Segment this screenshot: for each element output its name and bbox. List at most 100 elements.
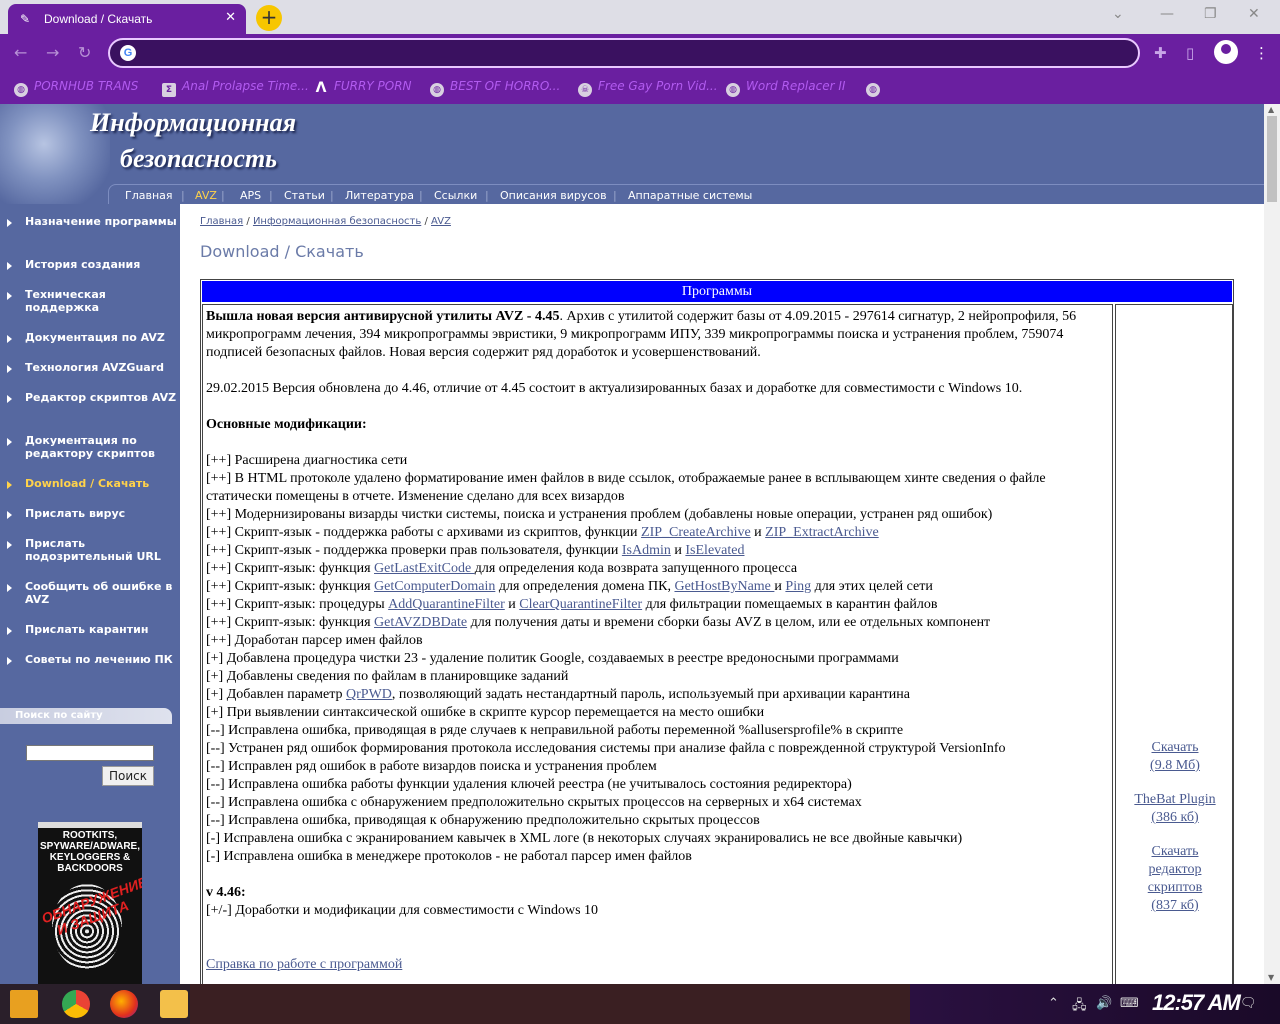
- folder-icon[interactable]: [160, 990, 188, 1018]
- modification-line: [++] Скрипт-язык: функция GetComputerDom…: [206, 579, 933, 594]
- shield-favicon-icon: ✎: [20, 12, 31, 26]
- tray-chevron-icon[interactable]: ⌃: [1048, 996, 1059, 1011]
- minimize-icon[interactable]: —: [1160, 6, 1174, 22]
- new-tab-button[interactable]: +: [256, 5, 282, 31]
- close-window-icon[interactable]: ✕: [1248, 6, 1260, 22]
- function-doc-link[interactable]: IsElevated: [685, 543, 744, 558]
- sidebar-item-avzguard[interactable]: Технология AVZGuard: [0, 361, 180, 374]
- function-doc-link[interactable]: QrPWD: [346, 687, 392, 702]
- sidebar-item-tips[interactable]: Советы по лечению ПК: [0, 653, 180, 666]
- forward-icon[interactable]: →: [46, 43, 59, 62]
- keyboard-icon[interactable]: ⌨: [1120, 996, 1139, 1011]
- notifications-icon[interactable]: 🗨: [1240, 996, 1257, 1011]
- menu-item-literature[interactable]: Литература: [345, 189, 414, 202]
- menu-item-hardware[interactable]: Аппаратные системы: [628, 189, 752, 202]
- help-link[interactable]: Справка по работе с программой: [206, 957, 402, 972]
- address-bar[interactable]: G: [108, 38, 1140, 68]
- site-search-input[interactable]: [26, 745, 154, 761]
- menu-item-home[interactable]: Главная: [125, 189, 173, 202]
- top-menu: Главная | AVZ | APS | Статьи | Литератур…: [108, 184, 1264, 204]
- function-doc-link[interactable]: AddQuarantineFilter: [388, 597, 505, 612]
- network-icon[interactable]: 🖧: [1072, 996, 1087, 1018]
- modification-line: [+] Добавлен параметр QrPWD, позволяющий…: [206, 687, 910, 702]
- menu-item-aps[interactable]: APS: [240, 189, 261, 202]
- function-doc-link[interactable]: GetHostByName: [674, 579, 774, 594]
- download-thebat-plugin-link[interactable]: TheBat Plugin (386 кб): [1116, 791, 1234, 827]
- sidebar-item-history[interactable]: История создания: [0, 258, 180, 271]
- sidebar-item-send-url[interactable]: Прислать подозрительный URL: [0, 537, 180, 563]
- start-icon[interactable]: [10, 990, 38, 1018]
- sidebar-item-editor-docs[interactable]: Документация по редактору скриптов: [0, 434, 180, 460]
- function-doc-link[interactable]: ZIP_ExtractArchive: [765, 525, 879, 540]
- bookmark-label: Free Gay Porn Vid...: [598, 79, 718, 93]
- bookmark-item[interactable]: ☠ Free Gay Porn Vid...: [578, 79, 718, 97]
- profile-avatar[interactable]: [1214, 40, 1238, 64]
- menu-item-articles[interactable]: Статьи: [284, 189, 325, 202]
- breadcrumb-avz[interactable]: AVZ: [431, 216, 451, 227]
- address-input[interactable]: [146, 43, 1106, 63]
- sidebar-item-download[interactable]: Download / Скачать: [0, 477, 180, 490]
- modification-line: [--] Исправлен ряд ошибок в работе визар…: [206, 759, 657, 774]
- scroll-down-icon[interactable]: ▼: [1268, 973, 1274, 982]
- side-panel-icon[interactable]: ▯: [1186, 44, 1194, 62]
- close-tab-icon[interactable]: ✕: [225, 10, 236, 25]
- download-script-editor-link[interactable]: Скачать редактор скриптов (837 кб): [1116, 843, 1234, 915]
- bracket-icon: Σ: [162, 83, 176, 97]
- menu-item-avz[interactable]: AVZ: [195, 189, 217, 202]
- book-cover-image[interactable]: ROOTKITS, SPYWARE/ADWARE, KEYLOGGERS & B…: [38, 822, 142, 984]
- lambda-icon: Λ: [315, 80, 327, 96]
- taskbar: ⌃ 🖧 🔊 ⌨ 12:57 AM 🗨: [0, 984, 1280, 1024]
- sidebar-item-docs[interactable]: Документация по AVZ: [0, 331, 180, 344]
- firefox-icon[interactable]: [110, 990, 138, 1018]
- function-doc-link[interactable]: GetComputerDomain: [374, 579, 495, 594]
- menu-kebab-icon[interactable]: ⋮: [1254, 44, 1269, 62]
- modification-line: [-] Исправлена ошибка с экранированием к…: [206, 831, 963, 846]
- breadcrumb-infosec[interactable]: Информационная безопасность: [253, 216, 421, 227]
- back-icon[interactable]: ←: [14, 43, 27, 62]
- tab-title: Download / Скачать: [44, 12, 153, 26]
- v446-line: [+/-] Доработки и модификации для совмес…: [206, 903, 599, 918]
- sidebar-item-send-virus[interactable]: Прислать вирус: [0, 507, 180, 520]
- function-doc-link[interactable]: GetLastExitCode: [374, 561, 475, 576]
- sidebar-item-script-editor[interactable]: Редактор скриптов AVZ: [0, 391, 180, 404]
- bookmark-item[interactable]: Σ Anal Prolapse Time...: [162, 79, 309, 97]
- sidebar-item-send-quarantine[interactable]: Прислать карантин: [0, 623, 180, 636]
- extensions-icon[interactable]: ✚: [1154, 44, 1167, 62]
- menu-item-virus-descriptions[interactable]: Описания вирусов: [500, 189, 607, 202]
- site-search-label: Поиск по сайту: [0, 708, 172, 724]
- menu-item-links[interactable]: Ссылки: [434, 189, 477, 202]
- table-header: Программы: [202, 281, 1232, 302]
- volume-icon[interactable]: 🔊: [1096, 996, 1112, 1011]
- bookmark-item[interactable]: ◍ PORNHUB TRANS: [14, 79, 138, 97]
- sidebar-item-report-bug[interactable]: Сообщить об ошибке в AVZ: [0, 580, 180, 606]
- modification-line: [--] Устранен ряд ошибок формирования пр…: [206, 741, 1006, 756]
- bookmark-item[interactable]: ◍ Word Replacer II: [726, 79, 845, 97]
- bookmark-label: FURRY PORN: [334, 79, 412, 93]
- bookmark-item[interactable]: ◍ BEST OF HORRO...: [430, 79, 560, 97]
- function-doc-link[interactable]: ClearQuarantineFilter: [519, 597, 642, 612]
- web-page: Информационная безопасность Главная | AV…: [0, 104, 1264, 984]
- download-avz-link[interactable]: Скачать (9.8 Мб): [1116, 739, 1234, 775]
- sidebar-item-purpose[interactable]: Назначение программы: [0, 215, 180, 228]
- function-doc-link[interactable]: IsAdmin: [622, 543, 671, 558]
- function-doc-link[interactable]: ZIP_CreateArchive: [641, 525, 751, 540]
- page-scrollbar[interactable]: ▲ ▼: [1264, 104, 1280, 984]
- bookmark-item[interactable]: ◍: [866, 79, 886, 97]
- function-doc-link[interactable]: Ping: [785, 579, 811, 594]
- reload-icon[interactable]: ↻: [78, 43, 91, 62]
- chrome-icon[interactable]: [62, 990, 90, 1018]
- active-tab[interactable]: ✎ Download / Скачать ✕: [8, 4, 246, 34]
- scroll-thumb[interactable]: [1267, 116, 1277, 202]
- scroll-up-icon[interactable]: ▲: [1268, 105, 1274, 114]
- function-doc-link[interactable]: GetAVZDBDate: [374, 615, 467, 630]
- bookmark-item[interactable]: Λ FURRY PORN: [314, 79, 412, 95]
- tab-search-icon[interactable]: ⌄: [1112, 6, 1124, 22]
- breadcrumb-home[interactable]: Главная: [200, 216, 243, 227]
- modification-line: [--] Исправлена ошибка, приводящая к обн…: [206, 813, 760, 828]
- google-icon: G: [120, 45, 136, 61]
- restore-icon[interactable]: ❐: [1204, 6, 1217, 22]
- modification-line: [--] Исправлена ошибка, приводящая в ряд…: [206, 723, 904, 738]
- sidebar-item-support[interactable]: Техническая поддержка: [0, 288, 180, 314]
- taskbar-clock[interactable]: 12:57 AM: [1152, 990, 1241, 1016]
- site-search-button[interactable]: Поиск: [102, 766, 154, 786]
